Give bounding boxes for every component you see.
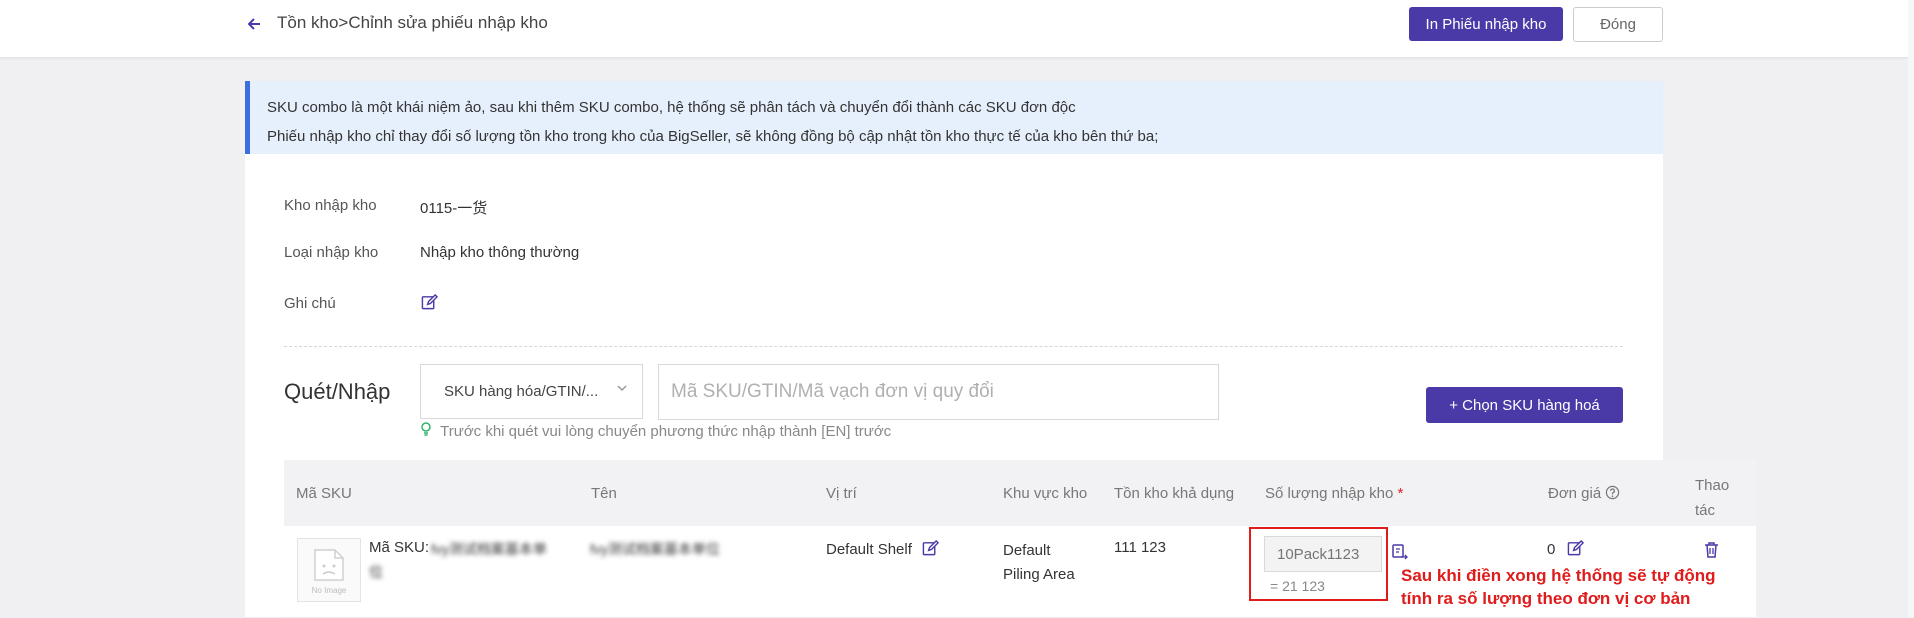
column-sku: Mã SKU [296,485,352,502]
close-button[interactable]: Đóng [1573,7,1663,42]
sku-value: fvy测试档案基本单 [431,541,547,557]
section-divider [284,346,1623,347]
scan-hint: Trước khi quét vui lòng chuyển phương th… [420,422,891,440]
receipt-type-value: Nhập kho thông thường [420,244,580,261]
no-image-caption: No Image [311,585,347,595]
page-scrollbar[interactable] [1908,0,1914,617]
no-image-icon [314,548,344,581]
trash-icon[interactable] [1704,541,1719,563]
column-actions: Thao tác [1695,473,1729,523]
breadcrumb: Tồn kho>Chỉnh sửa phiếu nhập kho [277,13,548,32]
available-stock: 111 123 [1114,539,1166,556]
column-price: Đơn giá [1548,485,1620,502]
zone-line1: Default [1003,542,1051,559]
lightbulb-icon [420,422,436,440]
column-location: Vị trí [826,485,857,502]
column-name: Tên [591,485,617,502]
column-price-label: Đơn giá [1548,485,1602,502]
edit-note-icon[interactable] [421,293,439,316]
help-circle-icon[interactable] [1605,485,1620,502]
chevron-down-icon [616,381,628,397]
column-actions-line1: Thao [1695,477,1730,494]
back-arrow-icon[interactable] [246,12,262,38]
receipt-type-label: Loại nhập kho [284,244,379,261]
unit-convert-icon[interactable] [1391,543,1409,566]
scan-mode-select[interactable]: SKU hàng hóa/GTIN/... [420,364,643,419]
sku-prefix: Mã SKU: [369,539,430,556]
scan-hint-text: Trước khi quét vui lòng chuyển phương th… [440,423,892,440]
column-quantity-label: Số lượng nhập kho [1265,485,1394,502]
warehouse-label: Kho nhập kho [284,197,377,214]
annotation-line2: tính ra số lượng theo đơn vị cơ bản [1401,589,1691,608]
scan-label: Quét/Nhập [284,379,391,404]
unit-price: 0 [1547,541,1556,558]
warehouse-value: 0115-一货 [420,200,488,217]
zone-line2: Piling Area [1003,566,1075,583]
column-zone: Khu vực kho [1003,485,1088,502]
info-notice: SKU combo là một khái niệm ảo, sau khi t… [245,81,1663,154]
column-quantity: Số lượng nhập kho * [1265,485,1403,502]
required-mark: * [1397,485,1404,502]
edit-location-icon[interactable] [922,539,940,562]
red-annotation: Sau khi điền xong hệ thống sẽ tự động tí… [1401,564,1716,610]
notice-line-combo: SKU combo là một khái niệm ảo, sau khi t… [267,99,1076,116]
scan-mode-value: SKU hàng hóa/GTIN/... [444,383,599,400]
zone-value: Default Piling Area [1003,539,1075,587]
choose-sku-button[interactable]: + Chọn SKU hàng hoá [1426,387,1623,423]
note-label: Ghi chú [284,295,336,312]
sku-value-cont: 位 [369,564,383,580]
quantity-input[interactable] [1264,536,1382,572]
product-name: fvy测试档案基本单位 [590,541,720,557]
sku-search-input[interactable] [658,364,1219,420]
location-value: Default Shelf [826,541,912,558]
notice-line-sync: Phiếu nhập kho chỉ thay đổi số lượng tồn… [267,128,1159,145]
column-actions-line2: tác [1695,502,1716,519]
edit-price-icon[interactable] [1567,539,1585,562]
product-image-placeholder: No Image [297,538,361,602]
annotation-line1: Sau khi điền xong hệ thống sẽ tự động [1401,566,1716,585]
column-available: Tồn kho khả dụng [1114,485,1235,502]
print-receipt-button[interactable]: In Phiếu nhập kho [1409,7,1563,41]
quantity-converted: = 21 123 [1270,578,1325,594]
